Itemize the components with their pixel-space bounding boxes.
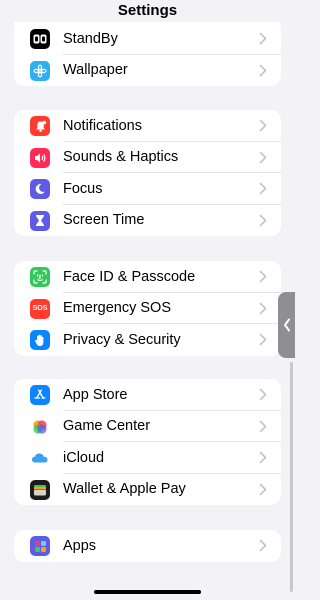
chevron-right-icon <box>259 214 267 226</box>
focus-icon <box>30 179 50 199</box>
wallpaper-icon <box>30 60 50 81</box>
settings-row-label: Game Center <box>63 418 151 435</box>
settings-row-label: Screen Time <box>63 212 145 229</box>
settings-group-notifications: Notifications Sounds & Haptics Focus Scr… <box>14 110 281 236</box>
sounds-icon <box>30 147 50 168</box>
settings-row-apps[interactable]: Apps <box>14 530 281 562</box>
settings-group-display: StandBy Wallpaper <box>14 23 281 86</box>
chevron-right-icon <box>259 451 267 464</box>
sos-icon: SOS <box>30 298 50 319</box>
settings-row-label: iCloud <box>63 449 105 466</box>
chevron-right-icon <box>259 270 267 283</box>
wallet-icon <box>30 479 50 500</box>
settings-group-apps: Apps <box>14 530 281 562</box>
settings-row-standby[interactable]: StandBy <box>14 23 281 55</box>
screen-time-icon <box>30 210 50 231</box>
scroll-indicator[interactable] <box>290 362 293 592</box>
chevron-right-icon <box>259 420 267 432</box>
settings-row-label: Notifications <box>63 117 142 134</box>
chevron-right-icon <box>259 64 267 76</box>
side-panel-handle[interactable] <box>278 292 295 358</box>
apps-icon <box>30 536 50 556</box>
chevron-right-icon <box>259 302 267 314</box>
standby-icon <box>30 29 50 49</box>
settings-row-wallet[interactable]: Wallet & Apple Pay <box>14 474 281 506</box>
chevron-right-icon <box>259 333 267 346</box>
chevron-right-icon <box>259 119 267 132</box>
settings-row-emergency-sos[interactable]: SOS Emergency SOS <box>14 293 281 324</box>
settings-row-sounds[interactable]: Sounds & Haptics <box>14 142 281 173</box>
game-center-icon <box>30 416 50 437</box>
settings-row-wallpaper[interactable]: Wallpaper <box>14 55 281 87</box>
chevron-right-icon <box>259 32 267 45</box>
settings-row-label: Face ID & Passcode <box>63 268 196 285</box>
home-indicator[interactable] <box>94 590 201 594</box>
settings-row-label: Sounds & Haptics <box>63 149 179 166</box>
settings-row-label: Privacy & Security <box>63 331 181 348</box>
settings-row-app-store[interactable]: App Store <box>14 379 281 411</box>
sos-icon-text: SOS <box>32 305 48 312</box>
chevron-right-icon <box>259 539 267 552</box>
settings-row-label: Focus <box>63 180 103 197</box>
faceid-icon <box>30 267 50 287</box>
settings-group-security: Face ID & Passcode SOS Emergency SOS Pri… <box>14 261 281 356</box>
notifications-icon <box>30 116 50 136</box>
privacy-hand-icon <box>30 330 50 350</box>
settings-row-focus[interactable]: Focus <box>14 173 281 205</box>
settings-row-screen-time[interactable]: Screen Time <box>14 205 281 237</box>
settings-row-label: App Store <box>63 386 128 403</box>
settings-group-services: App Store Game Center iCloud Wallet & Ap… <box>14 379 281 505</box>
settings-row-label: Emergency SOS <box>63 300 171 317</box>
settings-row-notifications[interactable]: Notifications <box>14 110 281 142</box>
settings-row-privacy[interactable]: Privacy & Security <box>14 324 281 356</box>
chevron-right-icon <box>259 483 267 495</box>
chevron-right-icon <box>259 182 267 195</box>
settings-row-faceid[interactable]: Face ID & Passcode <box>14 261 281 293</box>
chevron-right-icon <box>259 151 267 163</box>
chevron-left-icon <box>283 318 290 332</box>
settings-row-icloud[interactable]: iCloud <box>14 442 281 474</box>
page-title: Settings <box>0 0 295 22</box>
settings-row-label: Wallet & Apple Pay <box>63 481 186 498</box>
icloud-icon <box>30 448 50 468</box>
settings-row-label: Apps <box>63 537 97 554</box>
chevron-right-icon <box>259 388 267 401</box>
settings-row-label: Wallpaper <box>63 62 128 79</box>
settings-row-game-center[interactable]: Game Center <box>14 411 281 442</box>
settings-row-label: StandBy <box>63 30 118 47</box>
app-store-icon <box>30 385 50 405</box>
